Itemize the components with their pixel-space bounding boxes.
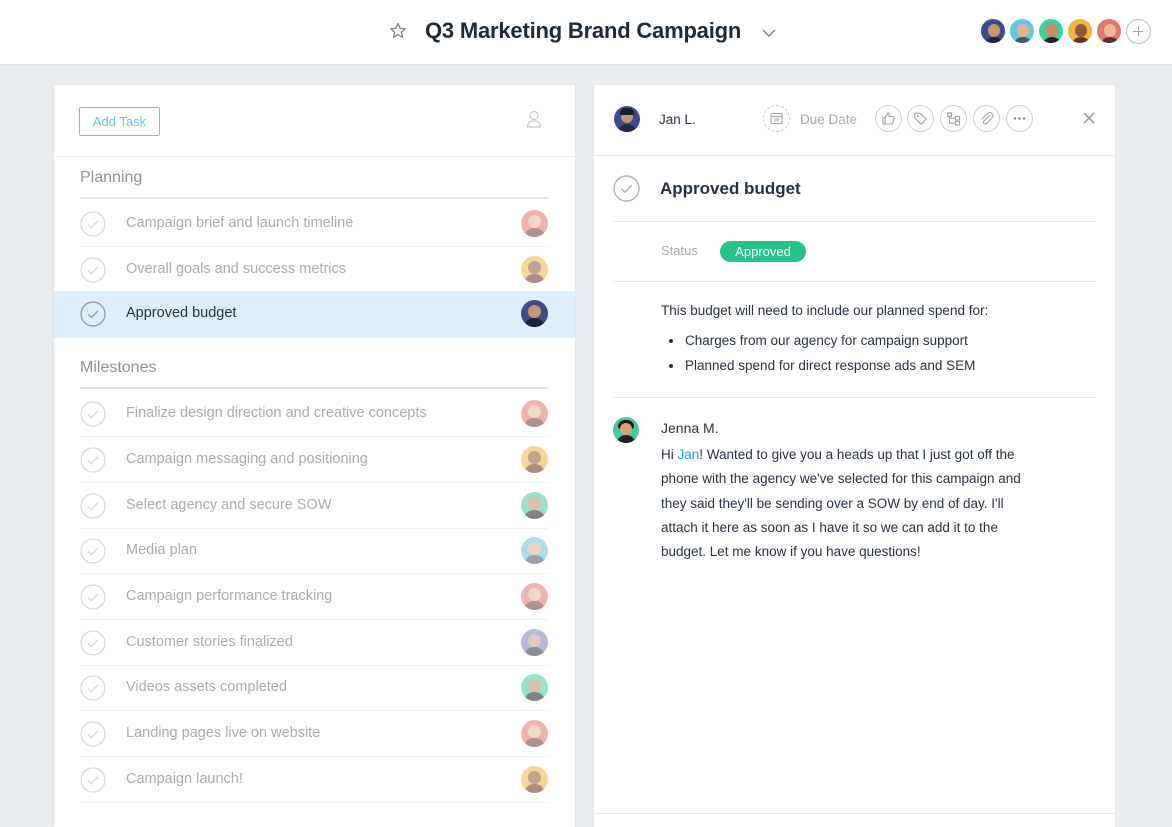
member-avatar[interactable] <box>979 17 1007 45</box>
task-row[interactable]: Videos assets completed <box>80 665 548 712</box>
add-member-icon[interactable] <box>1126 19 1151 44</box>
project-title: Q3 Marketing Brand Campaign <box>425 18 742 43</box>
task-name[interactable]: Campaign launch! <box>126 771 243 787</box>
section-header[interactable]: Planning <box>80 169 548 199</box>
task-row[interactable]: Campaign messaging and positioning <box>80 437 548 483</box>
comment-author: Jenna M. <box>661 420 719 436</box>
member-avatar[interactable] <box>1008 17 1036 45</box>
task-assignee-avatar[interactable] <box>521 255 548 283</box>
task-row[interactable]: Overall goals and success metrics <box>80 247 548 293</box>
mention-link[interactable]: Jan <box>678 447 700 462</box>
section-header[interactable]: Milestones <box>80 359 548 390</box>
member-avatar[interactable] <box>1066 17 1094 45</box>
task-description[interactable]: This budget will need to include our pla… <box>661 303 988 318</box>
task-name[interactable]: Approved budget <box>126 305 236 321</box>
task-checkbox-icon[interactable] <box>80 447 106 473</box>
task-assignee-avatar[interactable] <box>521 491 548 519</box>
divider <box>613 281 1096 282</box>
task-name[interactable]: Media plan <box>126 542 197 558</box>
assignee-name[interactable]: Jan L. <box>659 112 696 127</box>
detail-header-divider <box>594 155 1115 156</box>
task-row[interactable]: Campaign brief and launch timeline <box>80 201 548 247</box>
task-row[interactable]: Select agency and secure SOW <box>80 483 548 529</box>
top-bar: Q3 Marketing Brand Campaign <box>0 0 1172 65</box>
comment-text: ! Wanted to give you a heads up that I j… <box>661 447 1021 560</box>
bullet-item: Planned spend for direct response ads an… <box>667 356 975 381</box>
commenter-avatar <box>613 417 639 443</box>
more-icon[interactable] <box>1006 105 1033 132</box>
task-name[interactable]: Campaign messaging and positioning <box>126 451 368 467</box>
task-name[interactable]: Campaign brief and launch timeline <box>126 215 353 231</box>
task-checkbox-icon[interactable] <box>80 629 106 656</box>
task-name[interactable]: Campaign performance tracking <box>126 588 332 604</box>
task-assignee-avatar[interactable] <box>521 720 548 747</box>
comment-body: Hi Jan! Wanted to give you a heads up th… <box>661 443 1021 564</box>
chevron-down-icon[interactable] <box>760 24 778 42</box>
task-checkbox-icon[interactable] <box>80 675 106 701</box>
assignee-filter-icon[interactable] <box>526 110 542 128</box>
task-detail-panel: Jan L. Due Date Approved budget Status A… <box>594 85 1115 827</box>
calendar-icon[interactable] <box>763 105 790 132</box>
tag-icon[interactable] <box>907 105 934 132</box>
task-name[interactable]: Videos assets completed <box>126 679 287 695</box>
task-name[interactable]: Landing pages live on website <box>126 725 320 741</box>
task-row[interactable]: Campaign performance tracking <box>80 574 548 620</box>
task-checkbox-icon[interactable] <box>80 257 106 283</box>
add-task-button[interactable]: Add Task <box>79 107 160 136</box>
due-date-field[interactable]: Due Date <box>800 112 857 127</box>
member-avatar[interactable] <box>1095 17 1123 45</box>
member-avatar[interactable] <box>1037 17 1065 45</box>
close-icon[interactable] <box>1082 111 1096 125</box>
task-row[interactable]: Approved budget <box>54 291 575 339</box>
task-assignee-avatar[interactable] <box>521 400 548 428</box>
task-checkbox-icon[interactable] <box>80 584 106 610</box>
task-assignee-avatar[interactable] <box>521 537 548 565</box>
status-badge[interactable]: Approved <box>720 241 806 262</box>
task-name[interactable]: Overall goals and success metrics <box>126 261 346 277</box>
task-assignee-avatar[interactable] <box>521 210 548 237</box>
divider <box>613 221 1096 222</box>
task-checkbox-icon[interactable] <box>80 211 106 237</box>
comment-box-divider <box>594 813 1115 814</box>
complete-task-checkbox[interactable] <box>613 175 640 202</box>
subtask-icon[interactable] <box>940 105 967 132</box>
star-icon[interactable] <box>388 21 408 41</box>
task-checkbox-icon[interactable] <box>80 538 106 564</box>
task-assignee-avatar[interactable] <box>521 765 548 793</box>
description-bullets: Charges from our agency for campaign sup… <box>667 331 975 381</box>
task-checkbox-icon[interactable] <box>80 492 106 519</box>
task-checkbox-icon[interactable] <box>80 401 106 427</box>
status-label: Status <box>661 243 698 258</box>
assignee-avatar[interactable] <box>614 106 640 132</box>
project-members <box>979 17 1151 45</box>
task-assignee-avatar[interactable] <box>521 674 548 702</box>
divider <box>613 397 1096 398</box>
task-title[interactable]: Approved budget <box>660 179 801 199</box>
task-assignee-avatar[interactable] <box>521 582 548 610</box>
task-assignee-avatar[interactable] <box>521 445 548 473</box>
task-checkbox-icon[interactable] <box>80 721 106 747</box>
task-row[interactable]: Finalize design direction and creative c… <box>80 391 548 438</box>
like-icon[interactable] <box>875 105 902 132</box>
task-assignee-avatar[interactable] <box>521 300 548 328</box>
attachment-icon[interactable] <box>973 105 1000 132</box>
task-row[interactable]: Landing pages live on website <box>80 711 548 757</box>
task-name[interactable]: Customer stories finalized <box>126 634 293 650</box>
task-assignee-avatar[interactable] <box>521 628 548 656</box>
task-row[interactable]: Media plan <box>80 528 548 575</box>
task-row[interactable]: Customer stories finalized <box>80 620 548 666</box>
comment-greeting: Hi <box>661 447 678 462</box>
task-checkbox-icon[interactable] <box>80 767 106 793</box>
task-list-panel: Add Task Planning Campaign brief and laun… <box>54 85 575 827</box>
toolbar-divider <box>54 156 575 157</box>
task-name[interactable]: Finalize design direction and creative c… <box>126 405 427 421</box>
task-row[interactable]: Campaign launch! <box>80 757 548 803</box>
task-checkbox-icon[interactable] <box>80 301 106 327</box>
task-name[interactable]: Select agency and secure SOW <box>126 497 332 513</box>
bullet-item: Charges from our agency for campaign sup… <box>667 331 975 356</box>
